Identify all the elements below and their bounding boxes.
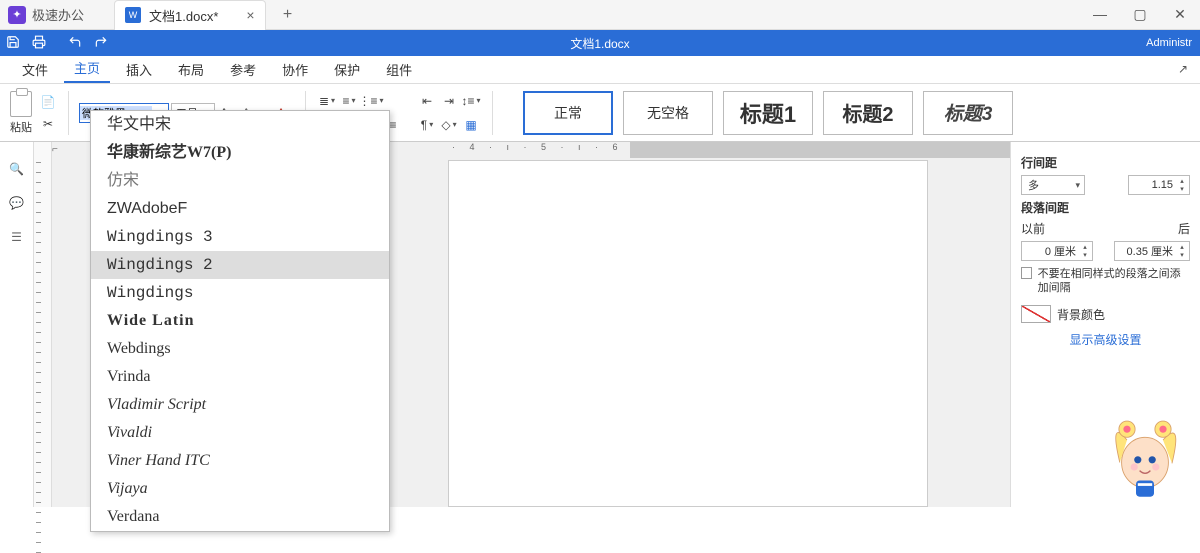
- app-logo-icon: ✦: [8, 6, 26, 24]
- page[interactable]: [448, 160, 928, 507]
- bullets-icon[interactable]: ≣: [316, 91, 338, 111]
- separator: [492, 91, 493, 135]
- show-advanced-link[interactable]: 显示高级设置: [1021, 331, 1190, 348]
- font-option[interactable]: Vijaya: [91, 475, 389, 503]
- shading-icon[interactable]: ◇: [438, 115, 460, 135]
- font-option[interactable]: 华文中宋: [91, 111, 389, 139]
- redo-icon[interactable]: [88, 35, 114, 52]
- numbering-icon[interactable]: ≡: [338, 91, 360, 111]
- multilevel-icon[interactable]: ⋮≡: [360, 91, 382, 111]
- search-icon[interactable]: 🔍: [9, 162, 24, 176]
- menu-file[interactable]: 文件: [12, 56, 58, 83]
- font-option[interactable]: 仿宋: [91, 167, 389, 195]
- titlebar: ✦ 极速办公 W 文档1.docx* × + — ▢ ✕: [0, 0, 1200, 30]
- menu-protect[interactable]: 保护: [324, 56, 370, 83]
- font-option[interactable]: Vladimir Script: [91, 391, 389, 419]
- font-option[interactable]: Wide Latin: [91, 307, 389, 335]
- maximize-button[interactable]: ▢: [1120, 6, 1160, 23]
- line-spacing-value[interactable]: 1.15▴▾: [1128, 175, 1190, 195]
- before-label: 以前: [1021, 220, 1045, 237]
- quick-access-bar: 文档1.docx Administr: [0, 30, 1200, 56]
- style-normal[interactable]: 正常: [523, 91, 613, 135]
- copy-icon[interactable]: 📄: [38, 93, 58, 111]
- font-option[interactable]: Verdana: [91, 503, 389, 531]
- line-spacing-label: 行间距: [1021, 154, 1190, 171]
- after-label: 后: [1178, 220, 1190, 237]
- font-option[interactable]: 华康新综艺W7(P): [91, 139, 389, 167]
- comments-icon[interactable]: 💬: [9, 196, 24, 210]
- font-option[interactable]: Wingdings 2: [91, 251, 389, 279]
- mascot-icon: [1100, 413, 1190, 503]
- doc-icon: W: [125, 7, 141, 23]
- paragraph-mark-icon[interactable]: ¶: [416, 115, 438, 135]
- menu-home[interactable]: 主页: [64, 54, 110, 83]
- close-button[interactable]: ✕: [1160, 6, 1200, 23]
- font-option[interactable]: ZWAdobeF: [91, 195, 389, 223]
- style-nospacing[interactable]: 无空格: [623, 91, 713, 135]
- user-label: Administr: [1146, 37, 1192, 49]
- save-icon[interactable]: [0, 35, 26, 52]
- font-option[interactable]: Webdings: [91, 335, 389, 363]
- indent-icon[interactable]: ⇥: [438, 91, 460, 111]
- left-sidebar: 🔍 💬 ☰: [0, 142, 34, 507]
- font-option[interactable]: Wingdings 3: [91, 223, 389, 251]
- line-spacing-mode[interactable]: 多: [1021, 175, 1085, 195]
- menu-bar: 文件 主页 插入 布局 参考 协作 保护 组件 ↗: [0, 56, 1200, 84]
- style-gallery: 正常 无空格 标题1 标题2 标题3: [523, 91, 1013, 135]
- open-file-location-icon[interactable]: ↗: [1178, 62, 1188, 76]
- app-name: 极速办公: [32, 5, 84, 24]
- headings-icon[interactable]: ☰: [11, 230, 22, 244]
- space-before-field[interactable]: 0 厘米▴▾: [1021, 241, 1093, 261]
- style-heading1[interactable]: 标题1: [723, 91, 813, 135]
- ruler-margin: [630, 142, 1010, 158]
- tab-title: 文档1.docx*: [149, 6, 218, 25]
- para-spacing-label: 段落间距: [1021, 199, 1190, 216]
- separator: [68, 91, 69, 135]
- font-option[interactable]: Wingdings: [91, 279, 389, 307]
- paste-label: 粘贴: [10, 119, 32, 135]
- no-space-label: 不要在相同样式的段落之间添加间隔: [1038, 267, 1190, 295]
- print-icon[interactable]: [26, 35, 52, 52]
- font-dropdown-list[interactable]: 华文中宋华康新综艺W7(P)仿宋ZWAdobeFWingdings 3Wingd…: [90, 110, 390, 532]
- nonprinting-icon[interactable]: ▦: [460, 115, 482, 135]
- document-tab[interactable]: W 文档1.docx* ×: [114, 0, 266, 30]
- vertical-ruler: [34, 142, 52, 507]
- font-option[interactable]: Vrinda: [91, 363, 389, 391]
- space-after-field[interactable]: 0.35 厘米▴▾: [1114, 241, 1190, 261]
- doc-title: 文档1.docx: [570, 35, 629, 52]
- no-space-checkbox[interactable]: [1021, 267, 1032, 279]
- line-spacing-icon[interactable]: ↕≡: [460, 91, 482, 111]
- bg-color-label: 背景颜色: [1057, 306, 1105, 323]
- minimize-button[interactable]: —: [1080, 6, 1120, 23]
- menu-reference[interactable]: 参考: [220, 56, 266, 83]
- undo-icon[interactable]: [62, 35, 88, 52]
- menu-insert[interactable]: 插入: [116, 56, 162, 83]
- tab-close-icon[interactable]: ×: [246, 7, 254, 23]
- menu-collab[interactable]: 协作: [272, 56, 318, 83]
- font-option[interactable]: Vivaldi: [91, 419, 389, 447]
- font-option[interactable]: Viner Hand ITC: [91, 447, 389, 475]
- menu-addins[interactable]: 组件: [376, 56, 422, 83]
- style-heading2[interactable]: 标题2: [823, 91, 913, 135]
- bg-color-swatch[interactable]: [1021, 305, 1051, 323]
- menu-layout[interactable]: 布局: [168, 56, 214, 83]
- paste-icon[interactable]: [10, 91, 32, 117]
- outdent-icon[interactable]: ⇤: [416, 91, 438, 111]
- style-heading3[interactable]: 标题3: [923, 91, 1013, 135]
- cut-icon[interactable]: ✂: [38, 115, 58, 133]
- new-tab-button[interactable]: +: [276, 6, 300, 24]
